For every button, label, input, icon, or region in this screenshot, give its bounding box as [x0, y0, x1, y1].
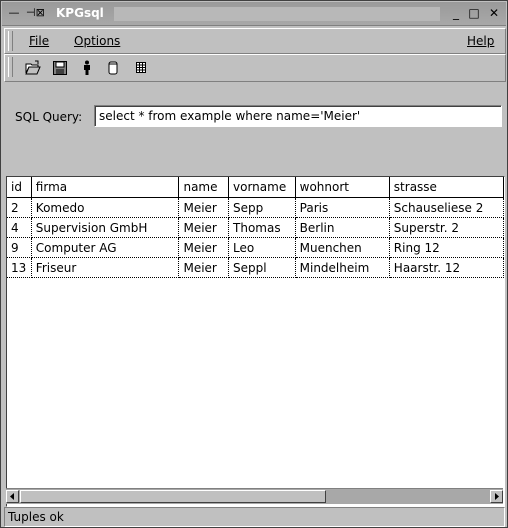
- database-icon[interactable]: [103, 58, 123, 78]
- menu-options[interactable]: Options: [74, 33, 120, 49]
- cell-id[interactable]: 9: [7, 237, 32, 258]
- menu-help-label: Help: [467, 34, 495, 48]
- minimize-icon[interactable]: _: [448, 6, 464, 22]
- status-text: Tuples ok: [8, 510, 64, 524]
- title-bar[interactable]: — ⊣⊠ KPGsql _ □ ✕: [2, 2, 506, 26]
- menu-help[interactable]: Help: [467, 33, 494, 49]
- cell-vorname[interactable]: Thomas: [228, 217, 296, 238]
- menu-bar-grip[interactable]: [8, 31, 13, 51]
- results-table: id firma name vorname wohnort strasse 2 …: [6, 176, 505, 507]
- cell-strasse[interactable]: Schauseliese 2: [389, 197, 504, 218]
- scroll-left-arrow-icon[interactable]: [6, 490, 19, 503]
- maximize-icon[interactable]: □: [466, 6, 482, 22]
- cell-firma[interactable]: Komedo: [31, 197, 180, 218]
- window-menu-icon[interactable]: —: [8, 5, 20, 21]
- open-folder-icon[interactable]: [23, 58, 43, 78]
- column-header-name[interactable]: name: [178, 177, 230, 198]
- table-header-row: id firma name vorname wohnort strasse: [7, 177, 504, 198]
- column-header-strasse[interactable]: strasse: [389, 177, 504, 198]
- cell-wohnort[interactable]: Berlin: [295, 217, 390, 238]
- status-bar: Tuples ok: [4, 507, 505, 527]
- cell-id[interactable]: 2: [7, 197, 32, 218]
- menu-file-label: File: [29, 34, 50, 48]
- cell-strasse[interactable]: Superstr. 2: [389, 217, 504, 238]
- column-header-vorname[interactable]: vorname: [228, 177, 296, 198]
- cell-firma[interactable]: Computer AG: [31, 237, 180, 258]
- cell-wohnort[interactable]: Paris: [295, 197, 390, 218]
- table-row[interactable]: 13 Friseur Meier Seppl Mindelheim Haarst…: [7, 257, 504, 278]
- cell-vorname[interactable]: Sepp: [228, 197, 296, 218]
- table-row[interactable]: 2 Komedo Meier Sepp Paris Schauseliese 2: [7, 197, 504, 218]
- scroll-right-arrow-icon[interactable]: [490, 490, 503, 503]
- sql-query-label: SQL Query:: [15, 110, 83, 124]
- column-header-firma[interactable]: firma: [31, 177, 180, 198]
- cell-vorname[interactable]: Leo: [228, 237, 296, 258]
- title-bar-fill: [114, 7, 440, 21]
- cell-id[interactable]: 13: [7, 257, 32, 278]
- window-title: KPGsql: [56, 6, 104, 20]
- cell-name[interactable]: Meier: [178, 257, 230, 278]
- sql-query-input[interactable]: select * from example where name='Meier': [94, 105, 502, 127]
- menu-file[interactable]: File: [29, 33, 49, 49]
- cell-strasse[interactable]: Haarstr. 12: [389, 257, 504, 278]
- cell-wohnort[interactable]: Muenchen: [295, 237, 390, 258]
- menu-options-label: Options: [74, 34, 121, 48]
- horizontal-scrollbar[interactable]: [6, 488, 503, 504]
- pin-icon[interactable]: ⊣⊠: [26, 5, 45, 21]
- application-window: — ⊣⊠ KPGsql _ □ ✕ File Options Help SQL …: [0, 0, 508, 528]
- menu-bar: File Options Help: [4, 28, 506, 54]
- cell-firma[interactable]: Supervision GmbH: [31, 217, 180, 238]
- toolbar: [4, 54, 506, 82]
- save-disk-icon[interactable]: [50, 58, 70, 78]
- cell-wohnort[interactable]: Mindelheim: [295, 257, 390, 278]
- column-header-wohnort[interactable]: wohnort: [295, 177, 390, 198]
- cell-name[interactable]: Meier: [178, 197, 230, 218]
- cell-vorname[interactable]: Seppl: [228, 257, 296, 278]
- toolbar-grip[interactable]: [8, 57, 13, 77]
- cell-firma[interactable]: Friseur: [31, 257, 180, 278]
- cell-name[interactable]: Meier: [178, 237, 230, 258]
- cell-id[interactable]: 4: [7, 217, 32, 238]
- table-row[interactable]: 9 Computer AG Meier Leo Muenchen Ring 12: [7, 237, 504, 258]
- cell-name[interactable]: Meier: [178, 217, 230, 238]
- cell-strasse[interactable]: Ring 12: [389, 237, 504, 258]
- column-header-id[interactable]: id: [7, 177, 32, 198]
- table-row[interactable]: 4 Supervision GmbH Meier Thomas Berlin S…: [7, 217, 504, 238]
- person-icon[interactable]: [77, 58, 97, 78]
- scrollbar-thumb[interactable]: [20, 490, 326, 503]
- close-icon[interactable]: ✕: [486, 6, 502, 22]
- table-grid-icon[interactable]: [131, 58, 151, 78]
